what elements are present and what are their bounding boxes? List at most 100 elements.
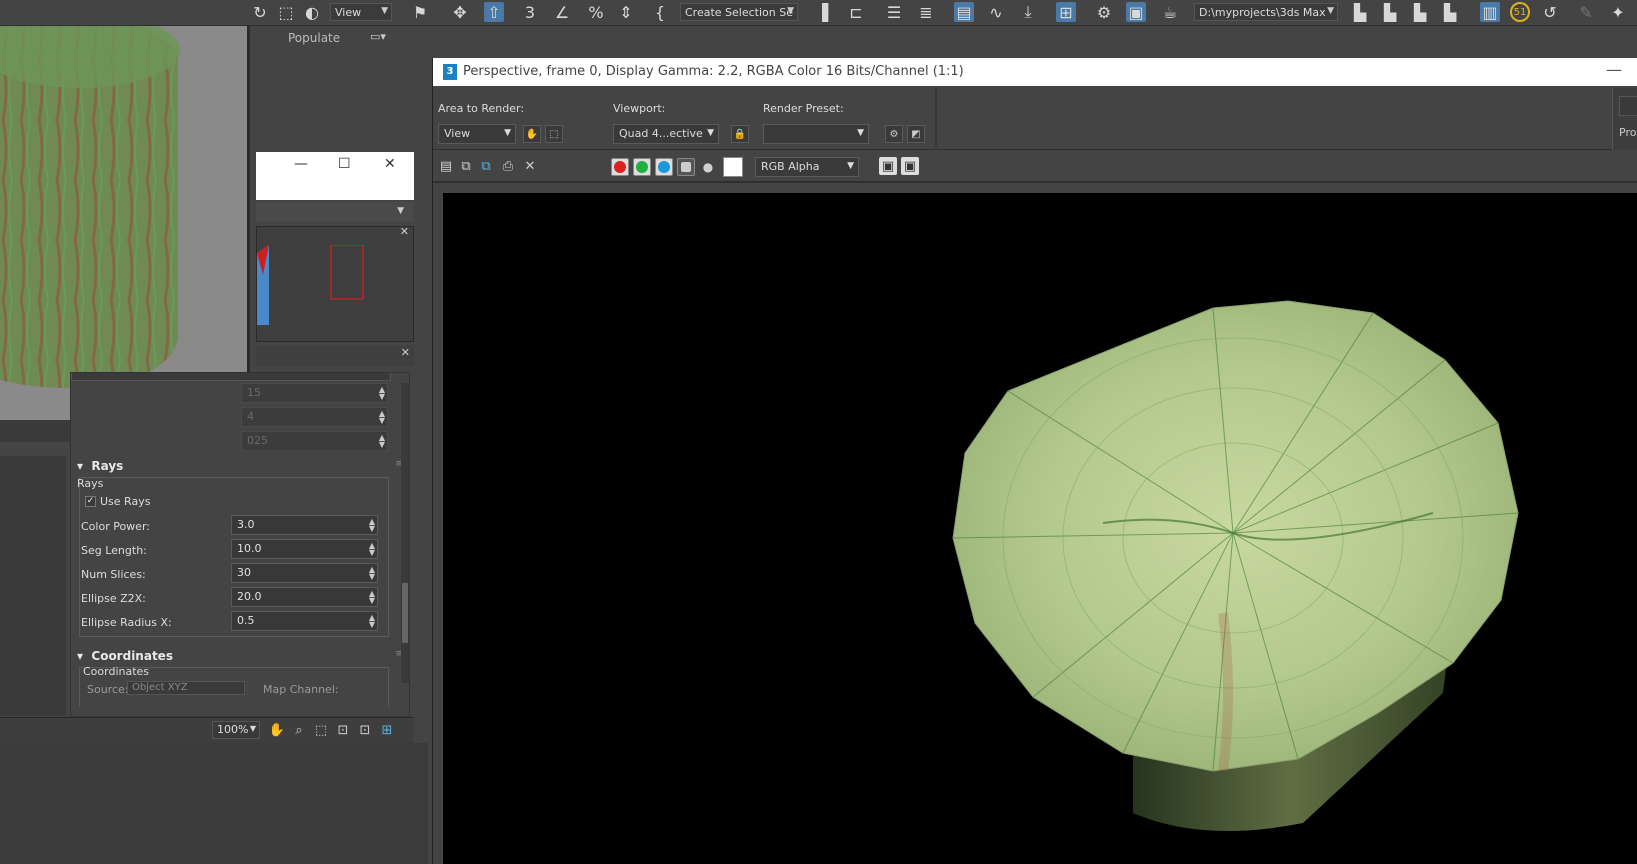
blue-channel-toggle[interactable] (655, 158, 673, 176)
snap-3-icon[interactable]: 3 (520, 2, 540, 22)
lock-icon[interactable]: 🔒 (731, 125, 749, 143)
toggle-ui-icon[interactable]: ▣ (901, 157, 919, 175)
percent-snap-icon[interactable]: % (586, 2, 606, 22)
viewport-dropdown[interactable]: Quad 4...ective ▼ (613, 124, 719, 144)
curve-editor-icon[interactable]: ∿ (986, 2, 1006, 22)
layer-explorer-icon[interactable]: ≣ (916, 2, 936, 22)
dim-spinner-1[interactable]: 15 ▲ ▼ (241, 383, 388, 403)
dim-spinner-3[interactable]: 025 ▲ ▼ (241, 431, 388, 451)
render-button[interactable] (1619, 96, 1637, 116)
layout-3-icon[interactable]: ▙ (1410, 2, 1430, 22)
num-slices-spinner[interactable]: 30 ▲ ▼ (231, 563, 378, 583)
project-folder-dropdown[interactable]: D:\myprojects\3ds Max ▼ (1194, 3, 1338, 21)
left-viewport[interactable] (0, 0, 250, 420)
close-icon[interactable]: ✕ (401, 346, 410, 359)
color-power-spinner[interactable]: 3.0 ▲ ▼ (231, 515, 378, 535)
color-power-label: Color Power: (81, 520, 150, 533)
render-setup-icon[interactable]: ⚙ (1094, 2, 1114, 22)
select-object-icon[interactable]: ◐ (302, 2, 322, 22)
source-dropdown[interactable]: Object XYZ (127, 681, 245, 695)
ellipse-radius-x-label: Ellipse Radius X: (81, 616, 172, 629)
copy-image-icon[interactable]: ⧉ (457, 157, 475, 175)
material-type-dropdown[interactable]: ▼ (256, 202, 414, 222)
align-icon[interactable]: ⊏ (846, 2, 866, 22)
reference-coord-dropdown[interactable]: View ▼ (330, 3, 392, 21)
name-field[interactable] (71, 373, 391, 381)
render-output-canvas[interactable] (443, 193, 1637, 864)
seg-length-spinner[interactable]: 10.0 ▲ ▼ (231, 539, 378, 559)
red-channel-toggle[interactable] (611, 158, 629, 176)
move-icon[interactable]: ✥ (450, 2, 470, 22)
scene-explorer-icon[interactable]: ☰ (884, 2, 904, 22)
create-selection-set-dropdown[interactable]: Create Selection Se ▼ (680, 3, 798, 21)
ellipse-radius-x-value: 0.5 (237, 614, 255, 627)
zoom-selected-icon[interactable]: ⊡ (356, 721, 374, 739)
select-region-icon[interactable]: ⬚ (276, 2, 296, 22)
area-to-render-label: Area to Render: (438, 102, 525, 115)
layout-2-icon[interactable]: ▙ (1380, 2, 1400, 22)
schematic-view-icon[interactable]: ⊞ (1056, 2, 1076, 22)
layout-1-icon[interactable]: ▙ (1350, 2, 1370, 22)
edit-region-icon[interactable]: ✋ (523, 125, 541, 143)
zoom-extents-icon[interactable]: ⊡ (334, 721, 352, 739)
render-preset-dropdown[interactable]: ▼ (763, 124, 869, 144)
render-teapot-icon[interactable]: ☕ (1160, 2, 1180, 22)
frame-all-icon[interactable]: ⊞ (378, 721, 396, 739)
material-rollouts: 15 ▲ ▼ 4 ▲ ▼ 025 ▲ ▼ ▾ Rays ≡ Rays ✓ Use Rays … (70, 372, 410, 717)
pan-icon[interactable]: ✋ (268, 721, 286, 739)
dope-sheet-icon[interactable]: ⤓ (1018, 2, 1038, 22)
select-manipulate-icon[interactable]: ⇧ (484, 2, 504, 22)
more-tools-icon[interactable]: ✦ (1608, 2, 1628, 22)
save-image-icon[interactable]: ▤ (437, 157, 455, 175)
sync-icon[interactable]: ↺ (1540, 2, 1560, 22)
close-icon[interactable]: ✕ (384, 156, 396, 172)
minimize-icon[interactable]: — (294, 156, 308, 172)
toggle-ui-overlay-icon[interactable]: ▣ (879, 157, 897, 175)
environment-effects-icon[interactable]: ◩ (907, 125, 925, 143)
rollout-scrollbar[interactable] (401, 383, 409, 683)
rays-group-label: Rays (77, 477, 104, 490)
ellipse-radius-x-spinner[interactable]: 0.5 ▲ ▼ (231, 611, 378, 631)
auto-region-icon[interactable]: ⬚ (545, 125, 563, 143)
zoom-icon[interactable]: ⌕ (290, 721, 308, 739)
dim-spinner-2[interactable]: 4 ▲ ▼ (241, 407, 388, 427)
area-to-render-dropdown[interactable]: View ▼ (438, 124, 516, 144)
redo-icon[interactable]: ↻ (250, 2, 270, 22)
ribbon-options-icon[interactable]: ▭▾ (370, 30, 386, 43)
angle-snap-icon[interactable]: ∠ (552, 2, 572, 22)
coordinates-rollout-header[interactable]: ▾ Coordinates (77, 649, 173, 663)
select-link-icon[interactable]: ⚑ (410, 2, 430, 22)
material-editor-titlebar: — ☐ ✕ (256, 152, 414, 200)
ellipse-z2x-spinner[interactable]: 20.0 ▲ ▼ (231, 587, 378, 607)
rays-rollout-header[interactable]: ▾ Rays (77, 459, 123, 473)
zoom-region-icon[interactable]: ⬚ (312, 721, 330, 739)
rendered-frame-window-icon[interactable]: ▣ (1126, 2, 1146, 22)
scrollbar-thumb[interactable] (402, 583, 408, 643)
zoom-dropdown[interactable]: 100% ▼ (212, 721, 260, 739)
channel-display-dropdown[interactable]: RGB Alpha ▼ (755, 157, 859, 177)
monochrome-icon[interactable]: ● (699, 158, 717, 176)
toggle-ribbon-icon[interactable]: ▤ (954, 2, 974, 22)
named-sets-icon[interactable]: { (650, 2, 670, 22)
maximize-icon[interactable]: ☐ (338, 156, 351, 172)
mirror-icon[interactable]: ▐ (812, 2, 832, 22)
alpha-channel-toggle[interactable] (677, 158, 695, 176)
material-sample-slots[interactable] (257, 245, 415, 335)
production-dropdown[interactable]: Pro (1619, 126, 1636, 139)
layout-4-icon[interactable]: ▙ (1440, 2, 1460, 22)
rendered-wood-cylinder-image (952, 300, 1519, 831)
spinner-snap-icon[interactable]: ⇕ (616, 2, 636, 22)
brush-icon[interactable]: ✎ (1576, 2, 1596, 22)
minimize-icon[interactable]: — (1606, 60, 1622, 79)
badge-51-icon[interactable]: 51 (1510, 2, 1530, 22)
clone-window-icon[interactable]: ⧉ (477, 157, 495, 175)
close-icon[interactable]: ✕ (400, 225, 409, 238)
tab-populate[interactable]: Populate (288, 31, 340, 45)
render-setup-icon[interactable]: ⚙ (885, 125, 903, 143)
color-swatch[interactable] (723, 157, 743, 177)
green-channel-toggle[interactable] (633, 158, 651, 176)
clear-icon[interactable]: ✕ (521, 157, 539, 175)
save-icon[interactable]: ▥ (1480, 2, 1500, 22)
print-icon[interactable]: ⎙ (499, 157, 517, 175)
use-rays-checkbox[interactable]: ✓ Use Rays (85, 495, 150, 508)
